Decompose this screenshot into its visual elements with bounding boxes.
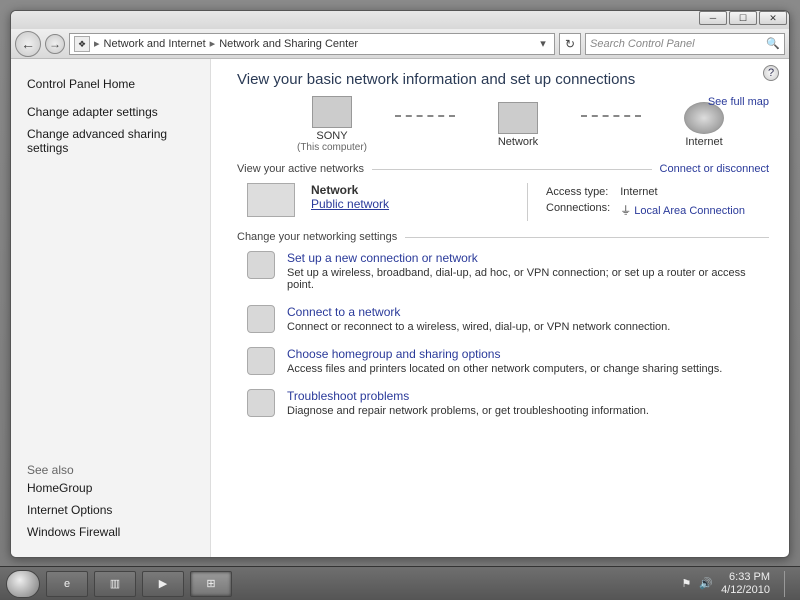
- connections-label: Connections:: [546, 201, 618, 219]
- task-homegroup[interactable]: Choose homegroup and sharing options Acc…: [247, 347, 769, 375]
- task-title[interactable]: Set up a new connection or network: [287, 251, 767, 265]
- breadcrumb-dropdown-icon[interactable]: ▾: [536, 37, 550, 50]
- tray-date: 4/12/2010: [721, 584, 770, 597]
- nav-back-button[interactable]: ←: [15, 31, 41, 57]
- tray-time: 6:33 PM: [721, 571, 770, 584]
- sidebar: Control Panel Home Change adapter settin…: [11, 59, 211, 557]
- breadcrumb[interactable]: ❖ ▸ Network and Internet ▸ Network and S…: [69, 33, 555, 55]
- access-type-value: Internet: [620, 185, 753, 199]
- refresh-button[interactable]: ↻: [559, 33, 581, 55]
- network-map: SONY (This computer) Network Internet Se…: [277, 96, 769, 153]
- map-node-network[interactable]: Network: [463, 102, 573, 148]
- taskbar-ie-button[interactable]: e: [46, 571, 88, 597]
- troubleshoot-icon: [247, 389, 275, 417]
- address-bar: ← → ❖ ▸ Network and Internet ▸ Network a…: [11, 29, 789, 59]
- breadcrumb-sep-icon: ▸: [94, 37, 100, 50]
- control-panel-home-link[interactable]: Control Panel Home: [27, 77, 194, 91]
- search-icon: 🔍: [766, 34, 780, 54]
- tray-volume-icon[interactable]: 🔊: [699, 577, 713, 590]
- computer-icon: [312, 96, 352, 128]
- sidebar-link-adapter-settings[interactable]: Change adapter settings: [27, 105, 194, 119]
- page-title: View your basic network information and …: [237, 71, 769, 88]
- taskbar-controlpanel-button[interactable]: ⊞: [190, 571, 232, 597]
- taskbar[interactable]: e ▥ ▶ ⊞ ⚑ 🔊 6:33 PM 4/12/2010: [0, 566, 800, 600]
- minimize-button[interactable]: ─: [699, 11, 727, 25]
- new-connection-icon: [247, 251, 275, 279]
- nav-forward-button[interactable]: →: [45, 34, 65, 54]
- seealso-windows-firewall[interactable]: Windows Firewall: [27, 525, 194, 539]
- tray-flag-icon[interactable]: ⚑: [681, 577, 691, 590]
- task-title[interactable]: Troubleshoot problems: [287, 389, 649, 403]
- task-title[interactable]: Connect to a network: [287, 305, 670, 319]
- map-node-sublabel: (This computer): [277, 142, 387, 153]
- titlebar[interactable]: ─ ☐ ✕: [11, 11, 789, 29]
- system-tray[interactable]: ⚑ 🔊 6:33 PM 4/12/2010: [681, 571, 794, 597]
- connect-network-icon: [247, 305, 275, 333]
- task-title[interactable]: Choose homegroup and sharing options: [287, 347, 722, 361]
- bench-icon: [498, 102, 538, 134]
- network-bench-icon: [247, 183, 295, 217]
- explorer-window: ─ ☐ ✕ ← → ❖ ▸ Network and Internet ▸ Net…: [10, 10, 790, 558]
- connection-link[interactable]: Local Area Connection: [634, 205, 745, 217]
- map-node-this-computer[interactable]: SONY (This computer): [277, 96, 387, 153]
- maximize-button[interactable]: ☐: [729, 11, 757, 25]
- see-also-heading: See also: [27, 463, 194, 477]
- map-connector-icon: [581, 115, 641, 117]
- map-node-internet[interactable]: Internet: [649, 102, 759, 148]
- homegroup-icon: [247, 347, 275, 375]
- connect-disconnect-link[interactable]: Connect or disconnect: [660, 163, 769, 175]
- access-type-label: Access type:: [546, 185, 618, 199]
- sidebar-link-advanced-sharing[interactable]: Change advanced sharing settings: [27, 127, 194, 155]
- map-node-label: Network: [463, 136, 573, 148]
- active-network: Network Public network Access type: Inte…: [247, 183, 769, 221]
- map-connector-icon: [395, 115, 455, 117]
- active-networks-heading: View your active networks: [237, 163, 364, 175]
- task-desc: Set up a wireless, broadband, dial-up, a…: [287, 267, 767, 291]
- breadcrumb-item[interactable]: Network and Sharing Center: [219, 38, 358, 50]
- start-button[interactable]: [6, 570, 40, 598]
- control-panel-icon: ❖: [74, 36, 90, 52]
- taskbar-explorer-button[interactable]: ▥: [94, 571, 136, 597]
- seealso-internet-options[interactable]: Internet Options: [27, 503, 194, 517]
- taskbar-mediaplayer-button[interactable]: ▶: [142, 571, 184, 597]
- map-node-label: Internet: [649, 136, 759, 148]
- search-input[interactable]: Search Control Panel 🔍: [585, 33, 785, 55]
- show-desktop-button[interactable]: [784, 571, 794, 597]
- breadcrumb-sep-icon: ▸: [210, 37, 216, 50]
- close-button[interactable]: ✕: [759, 11, 787, 25]
- task-desc: Connect or reconnect to a wireless, wire…: [287, 321, 670, 333]
- task-connect-network[interactable]: Connect to a network Connect or reconnec…: [247, 305, 769, 333]
- network-type-link[interactable]: Public network: [311, 197, 389, 211]
- seealso-homegroup[interactable]: HomeGroup: [27, 481, 194, 495]
- task-setup-connection[interactable]: Set up a new connection or network Set u…: [247, 251, 769, 291]
- task-desc: Access files and printers located on oth…: [287, 363, 722, 375]
- change-settings-heading: Change your networking settings: [237, 231, 397, 243]
- network-name: Network: [311, 183, 511, 197]
- task-troubleshoot[interactable]: Troubleshoot problems Diagnose and repai…: [247, 389, 769, 417]
- main-pane: ? View your basic network information an…: [211, 59, 789, 557]
- map-node-label: SONY: [277, 130, 387, 142]
- task-desc: Diagnose and repair network problems, or…: [287, 405, 649, 417]
- ethernet-icon: ⏚: [620, 205, 634, 217]
- breadcrumb-item[interactable]: Network and Internet: [104, 38, 206, 50]
- search-placeholder: Search Control Panel: [590, 34, 695, 54]
- tray-clock[interactable]: 6:33 PM 4/12/2010: [721, 571, 770, 597]
- see-full-map-link[interactable]: See full map: [708, 96, 769, 108]
- help-button[interactable]: ?: [763, 65, 779, 81]
